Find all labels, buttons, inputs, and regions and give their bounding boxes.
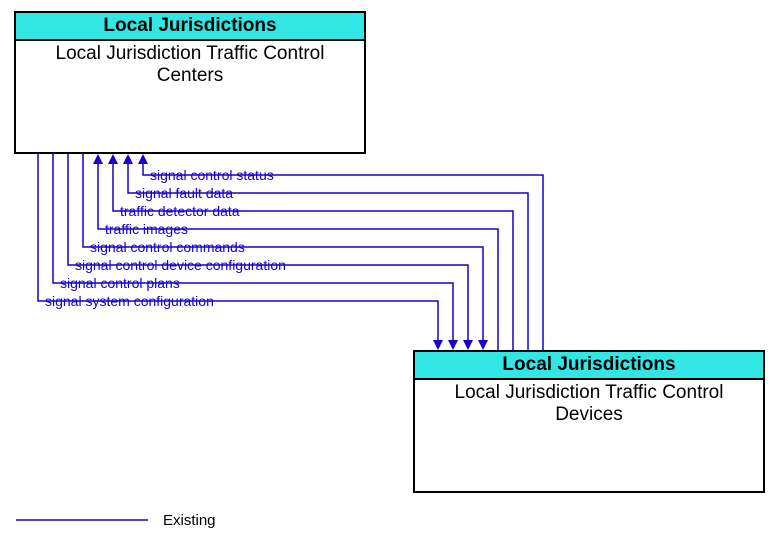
legend-existing-label: Existing <box>163 512 216 529</box>
entity-traffic-control-devices: Local Jurisdictions Local Jurisdiction T… <box>413 350 765 493</box>
flow-label-signal-control-commands: signal control commands <box>90 240 245 254</box>
flow-label-signal-system-configuration: signal system configuration <box>45 294 214 308</box>
flow-label-signal-control-plans: signal control plans <box>60 276 180 290</box>
flow-label-traffic-detector-data: traffic detector data <box>120 204 240 218</box>
flow-label-signal-control-status: signal control status <box>150 168 274 182</box>
diagram-canvas: Local Jurisdictions Local Jurisdiction T… <box>0 0 783 543</box>
entity-body-top: Local Jurisdiction Traffic Control Cente… <box>16 41 364 89</box>
entity-body-bottom: Local Jurisdiction Traffic Control Devic… <box>415 380 763 428</box>
flow-label-signal-fault-data: signal fault data <box>135 186 233 200</box>
flow-label-traffic-images: traffic images <box>105 222 188 236</box>
entity-header-bottom: Local Jurisdictions <box>415 352 763 380</box>
entity-traffic-control-centers: Local Jurisdictions Local Jurisdiction T… <box>14 11 366 154</box>
flow-label-signal-control-device-configuration: signal control device configuration <box>75 258 286 272</box>
entity-header-top: Local Jurisdictions <box>16 13 364 41</box>
